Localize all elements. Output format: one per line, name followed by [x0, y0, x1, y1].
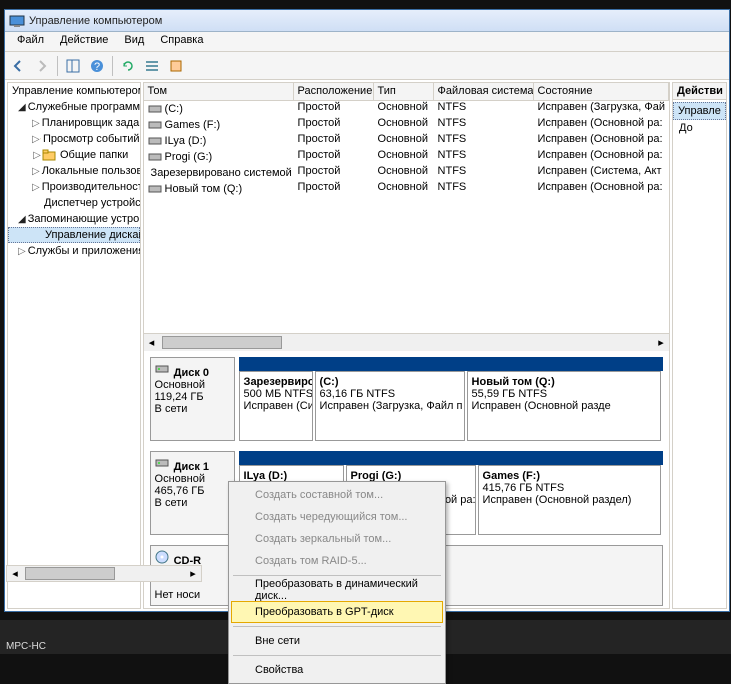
- separator: [112, 56, 113, 76]
- disk-icon: [155, 362, 171, 376]
- app-icon: [9, 13, 25, 29]
- back-button[interactable]: [7, 55, 29, 77]
- events-icon: [40, 132, 41, 146]
- tree-horizontal-scrollbar[interactable]: ◂ ▸: [6, 565, 202, 582]
- col-type[interactable]: Тип: [374, 83, 434, 100]
- disk-header[interactable]: Диск 0 Основной 119,24 ГБ В сети: [150, 357, 235, 441]
- forward-button[interactable]: [31, 55, 53, 77]
- menubar: Файл Действие Вид Справка: [5, 32, 729, 52]
- cm-new-mirror[interactable]: Создать зеркальный том...: [231, 528, 443, 550]
- menu-file[interactable]: Файл: [9, 32, 52, 51]
- partition[interactable]: (C:)63,16 ГБ NTFSИсправен (Загрузка, Фай…: [315, 371, 465, 441]
- partition[interactable]: Games (F:)415,76 ГБ NTFSИсправен (Основн…: [478, 465, 661, 535]
- collapse-icon[interactable]: ◢: [18, 214, 26, 225]
- expand-icon[interactable]: ▷: [32, 166, 40, 177]
- disk-body: Зарезервиро500 МБ NTFSИсправен (Си (C:)6…: [239, 357, 663, 441]
- cm-convert-gpt[interactable]: Преобразовать в GPT-диск: [231, 601, 443, 623]
- actions-panel: Действи Управле До: [672, 82, 727, 609]
- cm-new-striped[interactable]: Создать чередующийся том...: [231, 506, 443, 528]
- separator: [233, 575, 441, 576]
- taskbar-app[interactable]: MPC-HC: [0, 639, 52, 654]
- window-title: Управление компьютером: [29, 15, 162, 27]
- svg-text:?: ?: [94, 61, 100, 73]
- partition[interactable]: Новый том (Q:)55,59 ГБ NTFSИсправен (Осн…: [467, 371, 661, 441]
- navigation-tree[interactable]: Управление компьютером (л ◢ Служебные пр…: [7, 82, 141, 609]
- tree-shared-folders[interactable]: ▷ Общие папки: [8, 147, 140, 163]
- list-button[interactable]: [141, 55, 163, 77]
- menu-help[interactable]: Справка: [152, 32, 211, 51]
- cm-properties[interactable]: Свойства: [231, 659, 443, 681]
- disk-bar: [239, 451, 663, 465]
- col-layout[interactable]: Расположение: [294, 83, 374, 100]
- cm-new-spanned[interactable]: Создать составной том...: [231, 484, 443, 506]
- tree-storage[interactable]: ◢ Запоминающие устройст: [8, 211, 140, 227]
- horizontal-scrollbar[interactable]: ◂ ▸: [144, 333, 669, 351]
- separator: [233, 655, 441, 656]
- separator: [233, 626, 441, 627]
- scroll-thumb[interactable]: [162, 336, 282, 349]
- volume-row[interactable]: (C:)ПростойОсновнойNTFSИсправен (Загрузк…: [144, 101, 669, 117]
- tree-services-apps[interactable]: ▷ Службы и приложения: [8, 243, 140, 259]
- volume-row[interactable]: ILya (D:)ПростойОсновнойNTFSИсправен (Ос…: [144, 133, 669, 149]
- show-hide-tree-button[interactable]: [62, 55, 84, 77]
- tree-root[interactable]: Управление компьютером (л: [8, 83, 140, 99]
- properties-button[interactable]: [165, 55, 187, 77]
- volume-list[interactable]: (C:)ПростойОсновнойNTFSИсправен (Загрузк…: [144, 101, 669, 333]
- shared-folders-icon: [42, 148, 58, 162]
- volume-row[interactable]: Progi (G:)ПростойОсновнойNTFSИсправен (О…: [144, 149, 669, 165]
- actions-more[interactable]: До: [673, 120, 726, 136]
- col-volume[interactable]: Том: [144, 83, 294, 100]
- cm-new-raid5[interactable]: Создать том RAID-5...: [231, 550, 443, 572]
- tree-task-scheduler[interactable]: ▷ Планировщик заданий: [8, 115, 140, 131]
- tree-local-users[interactable]: ▷ Локальные пользовате: [8, 163, 140, 179]
- cm-offline[interactable]: Вне сети: [231, 630, 443, 652]
- col-status[interactable]: Состояние: [534, 83, 669, 100]
- expand-icon[interactable]: ▷: [32, 118, 40, 129]
- cdrom-icon: [155, 550, 171, 564]
- tree-performance[interactable]: ▷ Производительность: [8, 179, 140, 195]
- tree-event-viewer[interactable]: ▷ Просмотр событий: [8, 131, 140, 147]
- refresh-button[interactable]: [117, 55, 139, 77]
- disk-row: Диск 0 Основной 119,24 ГБ В сети Зарезер…: [150, 357, 663, 441]
- expand-icon[interactable]: ▷: [18, 246, 26, 257]
- cm-convert-dynamic[interactable]: Преобразовать в динамический диск...: [231, 579, 443, 601]
- titlebar: Управление компьютером: [5, 10, 729, 32]
- disk-header[interactable]: Диск 1 Основной 465,76 ГБ В сети: [150, 451, 235, 535]
- help-button[interactable]: ?: [86, 55, 108, 77]
- partition[interactable]: Зарезервиро500 МБ NTFSИсправен (Си: [239, 371, 313, 441]
- scroll-thumb[interactable]: [25, 567, 115, 580]
- menu-action[interactable]: Действие: [52, 32, 116, 51]
- volume-list-headers: Том Расположение Тип Файловая система Со…: [144, 83, 669, 101]
- col-filesystem[interactable]: Файловая система: [434, 83, 534, 100]
- tree-system-tools[interactable]: ◢ Служебные программы: [8, 99, 140, 115]
- toolbar: ?: [5, 52, 729, 80]
- expand-icon[interactable]: ▷: [32, 134, 40, 145]
- tree-disk-management[interactable]: Управление дисками: [8, 227, 140, 243]
- menu-view[interactable]: Вид: [116, 32, 152, 51]
- tree-device-manager[interactable]: Диспетчер устройств: [8, 195, 140, 211]
- volume-row[interactable]: Зарезервировано системойПростойОсновнойN…: [144, 165, 669, 181]
- collapse-icon[interactable]: ◢: [18, 102, 26, 113]
- actions-header: Действи: [673, 83, 726, 100]
- volume-row[interactable]: Новый том (Q:)ПростойОсновнойNTFSИсправе…: [144, 181, 669, 197]
- separator: [57, 56, 58, 76]
- expand-icon[interactable]: ▷: [32, 182, 40, 193]
- expand-icon[interactable]: ▷: [32, 150, 42, 161]
- disk-bar: [239, 357, 663, 371]
- disk-icon: [155, 456, 171, 470]
- actions-selection[interactable]: Управле: [673, 102, 726, 120]
- volume-row[interactable]: Games (F:)ПростойОсновнойNTFSИсправен (О…: [144, 117, 669, 133]
